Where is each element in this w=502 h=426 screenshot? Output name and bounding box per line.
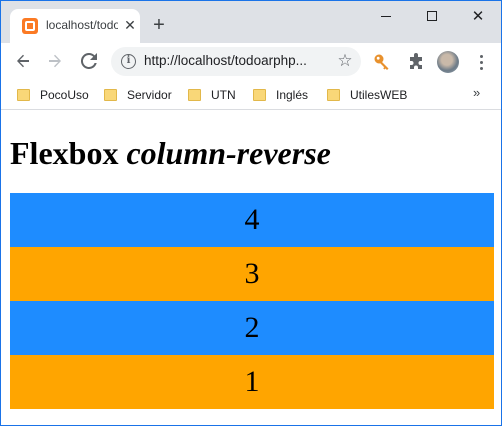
reload-button[interactable] xyxy=(77,49,101,73)
maximize-icon xyxy=(427,11,437,21)
close-window-button[interactable]: ✕ xyxy=(455,1,501,31)
folder-icon xyxy=(17,89,30,101)
xampp-favicon-icon xyxy=(22,18,38,34)
bookmark-label: UTN xyxy=(211,88,236,102)
bookmark-pocouso[interactable]: PocoUso xyxy=(17,86,89,104)
maximize-button[interactable] xyxy=(409,1,455,31)
folder-icon xyxy=(327,89,340,101)
back-button[interactable] xyxy=(11,49,35,73)
bookmark-label: UtilesWEB xyxy=(350,88,408,102)
flex-item-1: 1 xyxy=(10,355,494,409)
minimize-icon xyxy=(381,15,391,17)
more-bookmarks-button[interactable]: » xyxy=(473,85,480,100)
page-content: Flexbox column-reverse 4 3 2 1 xyxy=(1,111,501,425)
kebab-menu-icon[interactable] xyxy=(474,51,488,73)
minimize-button[interactable] xyxy=(363,1,409,31)
profile-avatar[interactable] xyxy=(437,51,459,73)
bookmark-servidor[interactable]: Servidor xyxy=(104,86,172,104)
bookmark-ingles[interactable]: Inglés xyxy=(253,86,308,104)
folder-icon xyxy=(253,89,266,101)
title-prefix: Flexbox xyxy=(10,135,127,171)
close-icon: ✕ xyxy=(471,7,485,25)
info-icon[interactable]: i xyxy=(121,54,136,69)
folder-icon xyxy=(104,89,117,101)
puzzle-icon[interactable] xyxy=(407,53,425,71)
flex-item-3: 3 xyxy=(10,247,494,301)
browser-window: localhost/todo ✕ + ✕ i http://localhost/… xyxy=(0,0,502,426)
folder-icon xyxy=(188,89,201,101)
flex-container: 4 3 2 1 xyxy=(10,193,494,409)
arrow-left-icon xyxy=(17,54,29,68)
url-text[interactable]: http://localhost/todoarphp... xyxy=(144,53,334,68)
page-title: Flexbox column-reverse xyxy=(10,135,331,172)
address-bar[interactable]: i http://localhost/todoarphp... ☆ xyxy=(111,47,361,76)
bookmark-label: Servidor xyxy=(127,88,172,102)
tab-localhost[interactable]: localhost/todo ✕ xyxy=(10,9,140,43)
bookmark-label: Inglés xyxy=(276,88,309,102)
reload-icon xyxy=(81,53,97,69)
flex-item-4: 4 xyxy=(10,193,494,247)
key-icon[interactable] xyxy=(373,53,391,71)
toolbar: i http://localhost/todoarphp... ☆ xyxy=(1,43,501,79)
bookmark-utn[interactable]: UTN xyxy=(188,86,236,104)
new-tab-button[interactable]: + xyxy=(149,15,169,35)
tab-close-icon[interactable]: ✕ xyxy=(122,17,138,33)
bookmarks-bar: PocoUso Servidor UTN Inglés UtilesWEB » xyxy=(1,79,501,110)
star-icon[interactable]: ☆ xyxy=(335,51,355,71)
flex-item-2: 2 xyxy=(10,301,494,355)
arrow-right-icon xyxy=(49,54,61,68)
forward-button[interactable] xyxy=(43,49,67,73)
title-emphasis: column-reverse xyxy=(126,135,331,171)
bookmark-label: PocoUso xyxy=(40,88,89,102)
bookmark-utilesweb[interactable]: UtilesWEB xyxy=(327,86,407,104)
tab-title: localhost/todo xyxy=(46,18,118,32)
tab-strip: localhost/todo ✕ + ✕ xyxy=(1,1,501,43)
